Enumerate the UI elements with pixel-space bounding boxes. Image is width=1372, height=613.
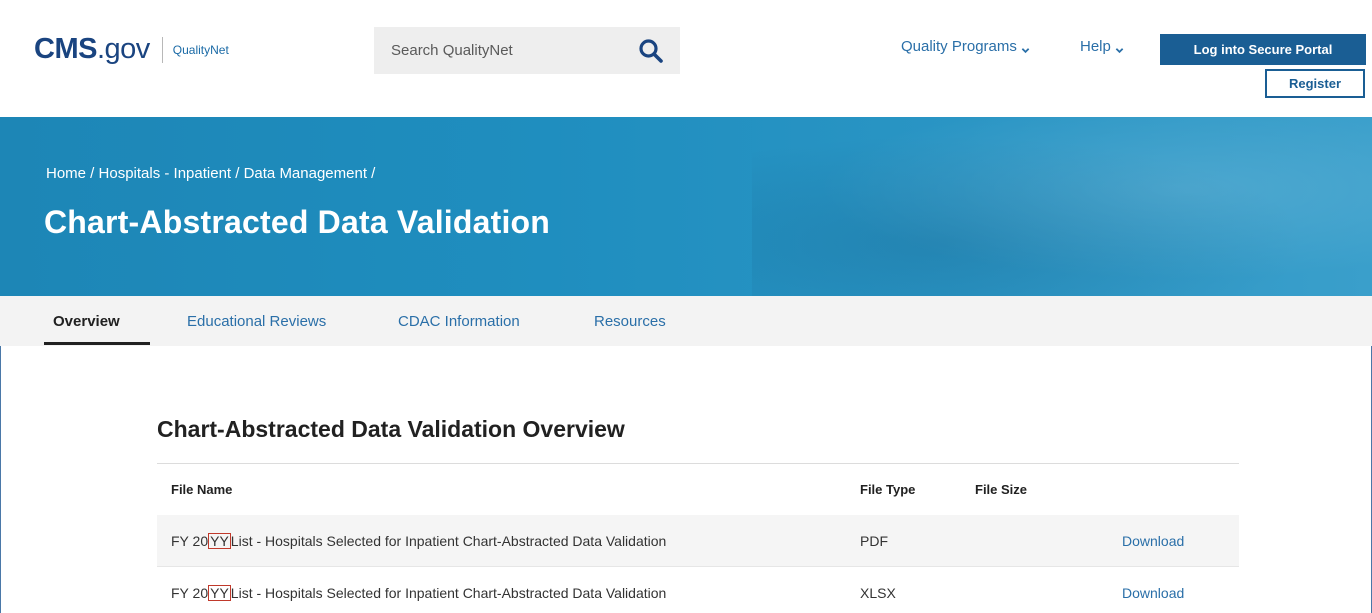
tab-overview[interactable]: Overview	[53, 313, 120, 330]
file-name-prefix: FY 20	[171, 584, 209, 601]
nav-help[interactable]: Help	[1080, 38, 1124, 55]
file-name-year-placeholder: YY	[208, 584, 231, 601]
tab-cdac-information[interactable]: CDAC Information	[398, 313, 520, 330]
active-tab-indicator	[44, 342, 150, 345]
logo-qualitynet-text: QualityNet	[172, 42, 229, 57]
nav-quality-programs-label: Quality Programs	[901, 38, 1017, 55]
logo-gov-text: .gov	[96, 33, 150, 65]
file-name-suffix: List - Hospitals Selected for Inpatient …	[230, 532, 667, 549]
nav-help-label: Help	[1080, 38, 1111, 55]
file-name-cell: FY 20 YY List - Hospitals Selected for In…	[171, 567, 666, 613]
register-button[interactable]: Register	[1265, 69, 1365, 98]
section-title: Chart-Abstracted Data Validation Overvie…	[157, 416, 625, 442]
download-link[interactable]: Download	[1122, 515, 1184, 566]
file-name-suffix: List - Hospitals Selected for Inpatient …	[230, 584, 667, 601]
login-secure-portal-button[interactable]: Log into Secure Portal	[1160, 34, 1366, 65]
logo-divider	[161, 36, 163, 63]
site-header: CMS .gov QualityNet Quality Programs Hel…	[0, 0, 1372, 117]
tab-bar: Overview Educational Reviews CDAC Inform…	[0, 296, 1372, 346]
nav-quality-programs[interactable]: Quality Programs	[901, 38, 1030, 55]
logo-cms-text: CMS	[34, 33, 97, 65]
tab-resources[interactable]: Resources	[594, 313, 666, 330]
search-icon[interactable]	[638, 38, 664, 64]
chevron-down-icon	[1115, 42, 1124, 54]
download-link[interactable]: Download	[1122, 567, 1184, 613]
file-name-prefix: FY 20	[171, 532, 209, 549]
table-row: FY 20 YY List - Hospitals Selected for In…	[157, 515, 1239, 566]
table-row: FY 20 YY List - Hospitals Selected for In…	[157, 566, 1239, 613]
tab-educational-reviews[interactable]: Educational Reviews	[187, 313, 326, 330]
file-name-year-placeholder: YY	[208, 532, 231, 549]
page-title: Chart-Abstracted Data Validation	[44, 204, 551, 240]
file-type-cell: PDF	[860, 532, 888, 549]
file-type-cell: XLSX	[860, 584, 896, 601]
file-name-cell: FY 20 YY List - Hospitals Selected for In…	[171, 515, 666, 566]
hero-banner: Home / Hospitals - Inpatient / Data Mana…	[0, 117, 1372, 296]
header-file-type: File Type	[860, 482, 916, 497]
header-file-size: File Size	[975, 482, 1028, 497]
chevron-down-icon	[1021, 42, 1030, 54]
breadcrumb[interactable]: Home / Hospitals - Inpatient / Data Mana…	[46, 165, 375, 182]
search-bar	[374, 27, 680, 74]
cms-logo[interactable]: CMS .gov QualityNet	[34, 33, 229, 66]
header-file-name: File Name	[171, 482, 233, 497]
search-input[interactable]	[391, 42, 621, 59]
table-header-row: File Name File Type File Size	[157, 464, 1239, 515]
